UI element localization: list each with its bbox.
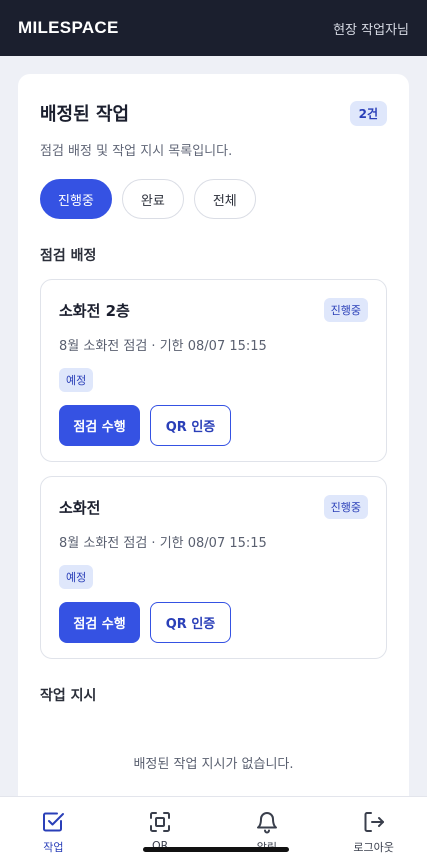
- status-filter-group: 진행중 완료 전체: [40, 179, 387, 219]
- perform-inspection-button[interactable]: 점검 수행: [59, 405, 140, 446]
- nav-logout-label: 로그아웃: [353, 841, 394, 854]
- perform-inspection-button[interactable]: 점검 수행: [59, 602, 140, 643]
- work-orders-empty-message: 배정된 작업 지시가 없습니다.: [133, 757, 294, 772]
- work-orders-section-title: 작업 지시: [40, 688, 97, 704]
- inspection-actions: 점검 수행 QR 인증: [59, 602, 368, 643]
- home-indicator: [143, 847, 289, 852]
- checkbox-icon: [43, 812, 65, 832]
- card-header: 배정된 작업 2건: [40, 98, 387, 128]
- logout-icon: [364, 812, 384, 832]
- nav-tasks-label: 작업: [43, 841, 64, 854]
- filter-completed[interactable]: 완료: [121, 179, 184, 219]
- filter-in-progress[interactable]: 진행중: [40, 179, 112, 219]
- qr-verify-button[interactable]: QR 인증: [150, 602, 231, 643]
- schedule-tag: 예정: [59, 565, 94, 589]
- inspection-meta: 8월 소화전 점검 · 기한 08/07 15:15: [59, 536, 267, 551]
- task-count-badge: 2건: [349, 100, 387, 126]
- app-logo[interactable]: MILESPACE: [18, 18, 119, 38]
- inspection-card[interactable]: 소화전 2층 진행중 8월 소화전 점검 · 기한 08/07 15:15 예정…: [40, 279, 387, 462]
- status-badge: 진행중: [323, 298, 368, 322]
- assigned-tasks-card: 배정된 작업 2건 점검 배정 및 작업 지시 목록입니다. 진행중 완료 전체…: [18, 74, 409, 834]
- inspection-card[interactable]: 소화전 진행중 8월 소화전 점검 · 기한 08/07 15:15 예정 점검…: [40, 476, 387, 659]
- bell-icon: [256, 812, 277, 834]
- nav-logout[interactable]: 로그아웃: [320, 797, 427, 861]
- status-badge: 진행중: [323, 495, 368, 519]
- top-bar: MILESPACE 현장 작업자님: [0, 0, 427, 56]
- inspection-meta: 8월 소화전 점검 · 기한 08/07 15:15: [59, 339, 267, 354]
- qr-scan-icon: [150, 812, 171, 832]
- user-name[interactable]: 현장 작업자님: [333, 19, 409, 38]
- inspection-title: 소화전 2층: [59, 301, 130, 320]
- qr-verify-button[interactable]: QR 인증: [150, 405, 231, 446]
- page-title: 배정된 작업: [40, 104, 130, 125]
- schedule-tag: 예정: [59, 368, 94, 392]
- inspection-title: 소화전: [59, 498, 101, 517]
- filter-all[interactable]: 전체: [193, 179, 256, 219]
- inspections-section-title: 점검 배정: [40, 248, 97, 264]
- inspection-actions: 점검 수행 QR 인증: [59, 405, 368, 446]
- nav-tasks[interactable]: 작업: [0, 797, 107, 861]
- page-description: 점검 배정 및 작업 지시 목록입니다.: [40, 144, 233, 159]
